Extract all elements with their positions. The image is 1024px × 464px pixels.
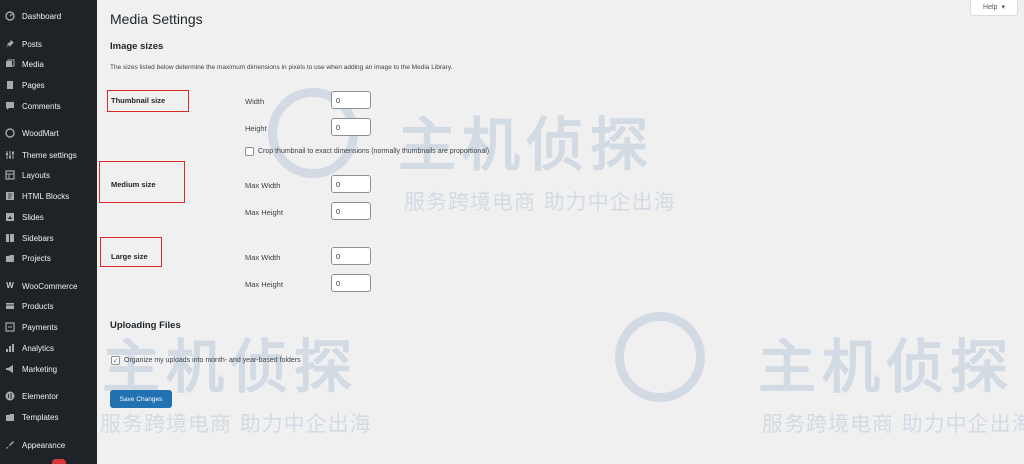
templates-icon (5, 412, 15, 422)
sidebar-item-comments[interactable]: Comments (0, 96, 97, 116)
sidebar-item-projects[interactable]: Projects (0, 248, 97, 268)
chevron-down-icon: ▾ (1001, 4, 1005, 11)
medium-size-label: Medium size (111, 180, 156, 189)
thumbnail-height-input[interactable] (331, 118, 371, 136)
help-button[interactable]: Help ▾ (970, 0, 1018, 16)
medium-max-width-input[interactable] (331, 175, 371, 193)
sidebar-item-label: Appearance (22, 440, 66, 450)
sidebar-item-label: Sidebars (22, 233, 54, 243)
sidebar-item-label: Layouts (22, 170, 51, 180)
large-max-width-label: Max Width (245, 253, 281, 262)
medium-max-width-label: Max Width (245, 181, 281, 190)
sidebar-item-dashboard[interactable]: Dashboard (0, 6, 97, 26)
sidebar-item-elementor[interactable]: Elementor (0, 386, 97, 406)
large-max-width-input[interactable] (331, 247, 371, 265)
admin-sidebar: Dashboard Posts Media Pages Comments Woo… (0, 0, 97, 464)
sidebar-item-label: Comments (22, 101, 61, 111)
sidebar-item-marketing[interactable]: Marketing (0, 359, 97, 379)
thumbnail-height-label: Height (245, 124, 267, 133)
pin-icon (5, 39, 15, 49)
sidebar-item-label: Analytics (22, 343, 55, 353)
sidebar-item-label: WooCommerce (22, 281, 78, 291)
woodmart-icon (5, 128, 15, 138)
organize-uploads-checkbox[interactable]: ✓ (111, 356, 120, 365)
sidebar-item-payments[interactable]: Payments (0, 317, 97, 337)
sidebar-item-theme-settings[interactable]: Theme settings (0, 145, 97, 165)
sidebar-item-label: Elementor (22, 391, 59, 401)
check-icon: ✓ (112, 357, 119, 365)
comment-icon (5, 101, 15, 111)
help-label: Help (983, 3, 998, 11)
watermark-brand: 主机侦探 (398, 111, 655, 179)
sidebar-item-label: Posts (22, 39, 43, 49)
update-badge (52, 459, 66, 464)
watermark-slogan: 服务跨境电商 助力中企出海 (100, 412, 372, 436)
sidebar-item-layouts[interactable]: Layouts (0, 165, 97, 185)
media-icon (5, 59, 15, 69)
sidebar-item-label: Theme settings (22, 150, 77, 160)
marketing-icon (5, 364, 15, 374)
watermark-slogan: 服务跨境电商 助力中企出海 (404, 190, 676, 214)
sliders-icon (5, 150, 15, 160)
woocommerce-icon: W (6, 281, 14, 290)
sidebar-item-woocommerce[interactable]: W WooCommerce (0, 276, 97, 296)
uploading-files-heading: Uploading Files (110, 320, 181, 331)
sidebar-item-label: HTML Blocks (22, 191, 70, 201)
save-changes-button[interactable]: Save Changes (110, 390, 172, 408)
medium-max-height-input[interactable] (331, 202, 371, 220)
pages-icon (5, 80, 15, 90)
sidebar-item-label: Templates (22, 412, 59, 422)
sidebar-item-label: Pages (22, 80, 45, 90)
thumbnail-size-label: Thumbnail size (111, 96, 166, 105)
medium-max-height-label: Max Height (245, 208, 283, 217)
dashboard-icon (5, 11, 15, 21)
sidebar-item-label: Marketing (22, 364, 58, 374)
analytics-icon (5, 343, 15, 353)
sidebar-item-sidebars[interactable]: Sidebars (0, 228, 97, 248)
image-sizes-description: The sizes listed below determine the max… (110, 64, 453, 71)
thumbnail-width-input[interactable] (331, 91, 371, 109)
sidebar-item-label: Payments (22, 322, 58, 332)
large-max-height-input[interactable] (331, 274, 371, 292)
save-changes-label: Save Changes (119, 395, 163, 403)
page-title: Media Settings (110, 11, 203, 27)
large-size-label: Large size (111, 252, 148, 261)
thumbnail-width-label: Width (245, 97, 265, 106)
crop-thumbnail-checkbox[interactable] (245, 147, 254, 156)
appearance-icon (5, 440, 15, 450)
sidebar-item-products[interactable]: Products (0, 296, 97, 316)
watermark-logo-icon (615, 312, 705, 402)
sidebar-item-label: Projects (22, 253, 51, 263)
slides-icon (5, 212, 15, 222)
layout-icon (5, 170, 15, 180)
html-blocks-icon (5, 191, 15, 201)
sidebar-item-pages[interactable]: Pages (0, 75, 97, 95)
payments-icon (5, 322, 15, 332)
sidebar-item-label: Dashboard (22, 11, 62, 21)
sidebars-icon (5, 233, 15, 243)
sidebar-item-slides[interactable]: Slides (0, 207, 97, 227)
sidebar-item-posts[interactable]: Posts (0, 34, 97, 54)
sidebar-item-html-blocks[interactable]: HTML Blocks (0, 186, 97, 206)
sidebar-item-media[interactable]: Media (0, 54, 97, 74)
sidebar-item-label: Products (22, 301, 54, 311)
sidebar-item-label: WoodMart (22, 128, 59, 138)
watermark-slogan: 服务跨境电商 助力中企出海 (762, 412, 1024, 436)
sidebar-item-woodmart[interactable]: WoodMart (0, 123, 97, 143)
organize-uploads-label: Organize my uploads into month- and year… (124, 357, 301, 364)
crop-thumbnail-label: Crop thumbnail to exact dimensions (norm… (258, 148, 490, 155)
sidebar-item-templates[interactable]: Templates (0, 407, 97, 427)
image-sizes-heading: Image sizes (110, 41, 164, 52)
sidebar-item-label: Media (22, 59, 44, 69)
elementor-icon (5, 391, 15, 401)
sidebar-item-analytics[interactable]: Analytics (0, 338, 97, 358)
watermark-brand: 主机侦探 (758, 333, 1015, 401)
products-icon (5, 301, 15, 311)
projects-icon (5, 253, 15, 263)
sidebar-item-label: Slides (22, 212, 44, 222)
sidebar-item-appearance[interactable]: Appearance (0, 435, 97, 455)
large-max-height-label: Max Height (245, 280, 283, 289)
